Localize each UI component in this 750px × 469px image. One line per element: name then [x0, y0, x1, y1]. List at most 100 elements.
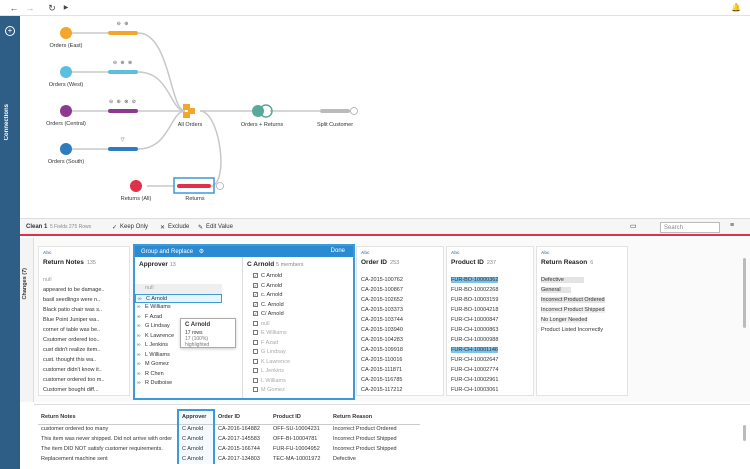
- step-bar-east[interactable]: [108, 31, 138, 35]
- list-item[interactable]: Incorrect Product Ordered: [541, 295, 631, 305]
- list-item[interactable]: CA-2015-111871: [361, 365, 447, 375]
- list-item[interactable]: appeared to be damage..: [43, 285, 133, 295]
- input-node-east[interactable]: [60, 27, 72, 39]
- forward-icon[interactable]: →: [24, 2, 36, 14]
- list-item[interactable]: cust didn't realize item..: [43, 345, 133, 355]
- list-item[interactable]: CA-2015-102652: [361, 295, 447, 305]
- profile-card-return-notes[interactable]: Abc Return Notes 135 null appeared to be …: [38, 246, 130, 396]
- list-item[interactable]: Defective: [541, 275, 631, 285]
- member-item[interactable]: K Lawrence: [243, 358, 353, 368]
- member-item[interactable]: L Williams: [243, 377, 353, 387]
- member-item[interactable]: ✓ C Arnold: [243, 272, 353, 282]
- step-bar-south[interactable]: [108, 147, 138, 151]
- step-bar-central[interactable]: [108, 109, 138, 113]
- column-header-return-notes[interactable]: Return Notes: [38, 410, 178, 425]
- list-item[interactable]: CA-2015-109918: [361, 345, 447, 355]
- member-item[interactable]: F Azad: [243, 339, 353, 349]
- member-item[interactable]: ✓ c. Arnold: [243, 291, 353, 301]
- grid-scrollbar[interactable]: [743, 425, 746, 441]
- list-item[interactable]: null: [135, 284, 222, 294]
- list-item[interactable]: ∞ M Gomez: [135, 360, 242, 370]
- list-item[interactable]: Csutomer ordered too..: [43, 335, 133, 345]
- list-item[interactable]: FUR-BO-10000362: [451, 275, 537, 285]
- list-item[interactable]: FUR-CH-10000988: [451, 335, 537, 345]
- list-item[interactable]: FUR-CH-10002961: [451, 375, 537, 385]
- step-bar-west[interactable]: [108, 70, 138, 74]
- run-icon[interactable]: ▶: [60, 2, 72, 14]
- list-item[interactable]: Incorrect Product Shipped: [541, 305, 631, 315]
- menu-icon[interactable]: ≡: [730, 222, 734, 229]
- list-item[interactable]: FUR-CH-10001146: [451, 345, 537, 355]
- member-item[interactable]: G Lindsay: [243, 348, 353, 358]
- column-header-return-reason[interactable]: Return Reason: [330, 410, 420, 425]
- search-input[interactable]: Search: [660, 222, 720, 233]
- list-item[interactable]: FUR-BO-10002268: [451, 285, 537, 295]
- list-item[interactable]: FUR-CH-10000847: [451, 315, 537, 325]
- step-bar-split-customer[interactable]: [320, 109, 350, 113]
- back-icon[interactable]: ←: [8, 2, 20, 14]
- input-node-central[interactable]: [60, 105, 72, 117]
- table-row[interactable]: The item DID NOT satisfy customer requir…: [38, 444, 420, 454]
- member-item[interactable]: ✓ C/ Arnold: [243, 310, 353, 320]
- edit-value-icon[interactable]: ✎: [198, 224, 203, 231]
- list-item[interactable]: corner of table was be..: [43, 325, 133, 335]
- list-item[interactable]: No Longer Needed: [541, 315, 631, 325]
- join-node[interactable]: [252, 104, 273, 118]
- list-item[interactable]: FUR-BO-10003159: [451, 295, 537, 305]
- list-item[interactable]: CA-2015-103744: [361, 315, 447, 325]
- list-item[interactable]: Blue Point Juniper wa..: [43, 315, 133, 325]
- member-item[interactable]: M Gomez: [243, 386, 353, 396]
- list-item[interactable]: null: [43, 275, 133, 285]
- list-item[interactable]: CA-2015-116785: [361, 375, 447, 385]
- notification-bell-icon[interactable]: 🔔: [730, 2, 742, 14]
- changes-panel[interactable]: Changes (7): [20, 238, 34, 402]
- member-item[interactable]: ✓ C. Arnold: [243, 301, 353, 311]
- list-item[interactable]: CA-2015-117212: [361, 385, 447, 395]
- input-node-returns[interactable]: [130, 180, 142, 192]
- list-item[interactable]: CA-2015-103940: [361, 325, 447, 335]
- list-item[interactable]: basil seedlings were n..: [43, 295, 133, 305]
- list-item[interactable]: customer ordered too m..: [43, 375, 133, 385]
- list-item[interactable]: cust. thought this wa..: [43, 355, 133, 365]
- member-item[interactable]: null: [243, 320, 353, 330]
- list-item[interactable]: CA-2015-100867: [361, 285, 447, 295]
- list-item[interactable]: ∞ R Dutboise: [135, 379, 242, 389]
- list-item[interactable]: CA-2015-100762: [361, 275, 447, 285]
- column-header-order-id[interactable]: Order ID: [214, 410, 270, 425]
- member-item[interactable]: ✓ C Arnold: [243, 282, 353, 292]
- list-item[interactable]: General: [541, 285, 631, 295]
- profile-scrollbar[interactable]: [743, 258, 746, 328]
- edit-value-button[interactable]: Edit Value: [206, 224, 233, 230]
- table-row[interactable]: Replacement machine sent C Arnold CA-201…: [38, 454, 420, 464]
- list-item[interactable]: FUR-CH-10002647: [451, 355, 537, 365]
- list-item[interactable]: FUR-CH-10000863: [451, 325, 537, 335]
- profile-card-return-reason[interactable]: Abc Return Reason 6 Defective General Inc…: [536, 246, 628, 396]
- settings-icon[interactable]: ⚙: [199, 249, 204, 255]
- list-item[interactable]: CA-2015-104283: [361, 335, 447, 345]
- add-step-icon-returns[interactable]: [216, 182, 224, 190]
- list-item[interactable]: CA-2015-103373: [361, 305, 447, 315]
- table-row[interactable]: This item was never shipped. Did not arr…: [38, 434, 420, 444]
- list-item[interactable]: Black patio chair was s..: [43, 305, 133, 315]
- column-header-approver[interactable]: Approver: [177, 409, 215, 425]
- member-item[interactable]: L Jenkins: [243, 367, 353, 377]
- add-step-icon[interactable]: [350, 107, 358, 115]
- table-row[interactable]: customer ordered too many C Arnold CA-20…: [38, 424, 420, 434]
- input-node-south[interactable]: [60, 143, 72, 155]
- column-header-product-id[interactable]: Product ID: [270, 410, 330, 425]
- list-item[interactable]: ∞ E Williams: [135, 303, 242, 313]
- list-item[interactable]: Customer bought diff...: [43, 385, 133, 395]
- profile-card-order-id[interactable]: Abc Order ID 253 CA-2015-100762 CA-2015-1…: [356, 246, 444, 396]
- layout-toggle-icon[interactable]: ▭: [630, 222, 637, 230]
- add-connection-icon[interactable]: +: [5, 26, 15, 36]
- list-item[interactable]: Product Listed Incorrectly: [541, 325, 631, 335]
- done-button[interactable]: Done: [331, 248, 345, 254]
- refresh-icon[interactable]: ↻: [46, 2, 58, 14]
- step-bar-returns[interactable]: [177, 184, 211, 188]
- input-node-west[interactable]: [60, 66, 72, 78]
- list-item-selected[interactable]: ∞ C Arnold: [135, 293, 222, 303]
- exclude-button[interactable]: Exclude: [168, 224, 189, 230]
- keep-only-button[interactable]: Keep Only: [120, 224, 148, 230]
- connections-label[interactable]: Connections: [4, 104, 10, 140]
- exclude-icon[interactable]: ✕: [160, 224, 165, 231]
